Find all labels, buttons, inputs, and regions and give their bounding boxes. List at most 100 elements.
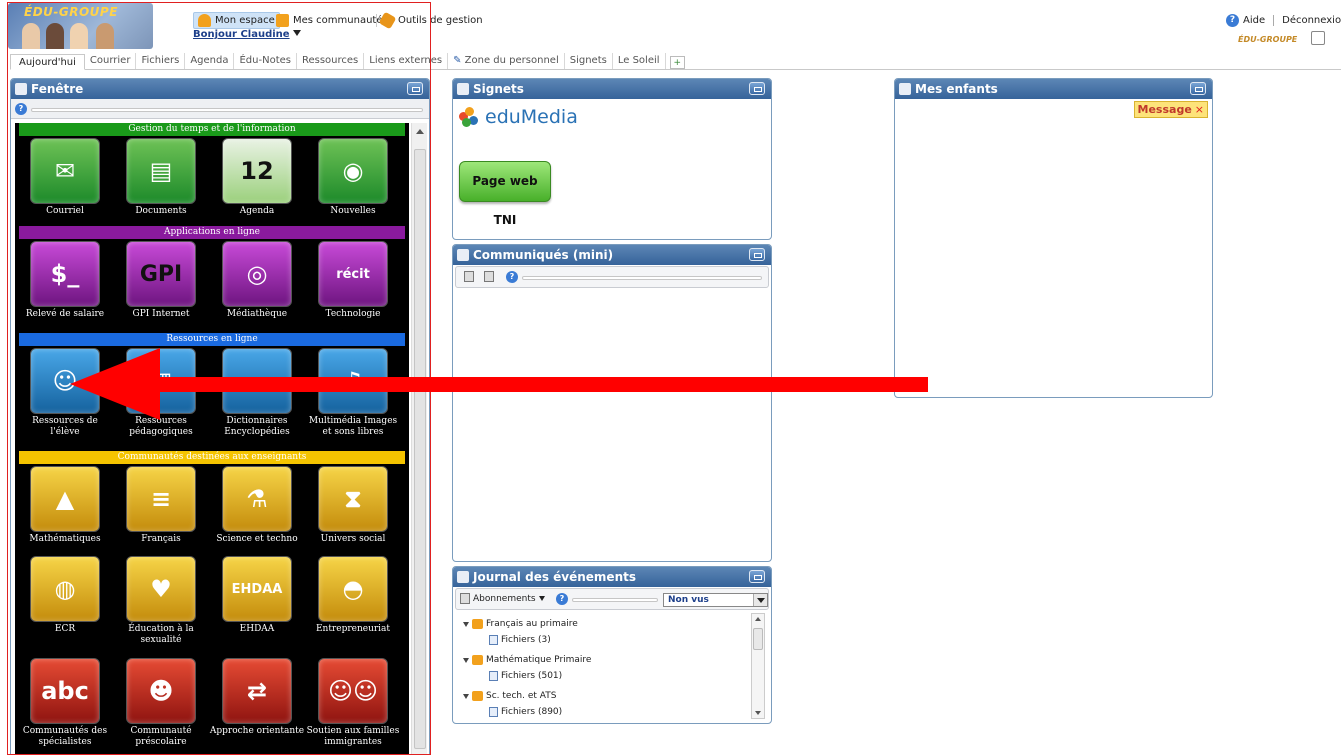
tile-helmet[interactable]: ◓ Entrepreneuriat — [305, 556, 401, 635]
pencil-icon: ✎ — [453, 55, 465, 66]
tab-0[interactable]: Aujourd'hui — [10, 54, 85, 70]
communiques-header: Communiqués (mini) — [453, 245, 771, 265]
tile-heart[interactable]: ♥ Éducation à la sexualité — [113, 556, 209, 646]
communiques-title: Communiqués (mini) — [473, 248, 614, 262]
journal-toolbar: Abonnements ? Non vus — [455, 588, 769, 610]
tile-flask[interactable]: ⚗ Science et techno — [209, 466, 305, 545]
tile-media[interactable]: ♫ Multimédia Images et sons libres — [305, 348, 401, 438]
journal-title: Journal des événements — [473, 570, 636, 584]
tile-books[interactable]: ≡ Français — [113, 466, 209, 545]
tile-label: Communautés des spécialistes — [22, 726, 108, 747]
tile-book[interactable]: ▬ Dictionnaires Encyclopédies — [209, 348, 305, 438]
journal-group[interactable]: Français au primaire — [463, 619, 578, 629]
tile-cabinet[interactable]: ▤ Documents — [113, 138, 209, 217]
tile-student[interactable]: ☺ Ressources de l'élève — [17, 348, 113, 438]
help-icon[interactable]: ? — [556, 593, 568, 605]
tab-1[interactable]: Courrier — [85, 53, 137, 69]
tab-bar: Aujourd'hui Courrier Fichiers Agenda Édu-Not… — [10, 53, 1341, 70]
tile-hourglass[interactable]: ⧗ Univers social — [305, 466, 401, 545]
fenetre-title: Fenêtre — [31, 82, 84, 96]
tile-regard[interactable]: ◎ Médiathèque — [209, 241, 305, 320]
message-badge[interactable]: Message × — [1133, 101, 1208, 118]
slider-track[interactable] — [31, 108, 423, 112]
journal-scrollbar[interactable] — [751, 613, 765, 719]
aide-link[interactable]: Aide — [1243, 15, 1265, 26]
expand-triangle-icon[interactable] — [463, 693, 469, 699]
tab-4[interactable]: Édu-Notes — [234, 53, 297, 69]
help-icon[interactable]: ? — [1226, 14, 1239, 27]
tile-label: EHDAA — [239, 624, 275, 634]
tile-calendar[interactable]: 12 Agenda — [209, 138, 305, 217]
exit-icon[interactable] — [1311, 31, 1325, 45]
gpi-icon: GPI — [126, 241, 196, 307]
tab-label: Zone du personnel — [464, 55, 559, 66]
tab-7[interactable]: ✎ Zone du personnel — [448, 53, 565, 69]
tab-6[interactable]: Liens externes — [364, 53, 449, 69]
family-icon — [899, 83, 911, 95]
fenetre-panel: Fenêtre ? Gestion du temps et de l'infor… — [10, 78, 430, 755]
help-icon[interactable]: ? — [15, 103, 27, 115]
mes-enfants-panel: Mes enfants Message × — [894, 78, 1213, 398]
minimize-button[interactable] — [749, 82, 765, 95]
minimize-button[interactable] — [1190, 82, 1206, 95]
filter-select[interactable]: Non vus — [663, 593, 768, 607]
journal-group[interactable]: Sc. tech. et ATS — [463, 691, 556, 701]
journal-group[interactable]: Mathématique Primaire — [463, 655, 591, 665]
add-tab-icon[interactable]: + — [669, 56, 686, 69]
tab-8[interactable]: Signets — [565, 53, 613, 69]
tile-ehdaa[interactable]: EHDAA EHDAA — [209, 556, 305, 635]
tab-2[interactable]: Fichiers — [136, 53, 186, 69]
tile-globe[interactable]: ◍ ECR — [17, 556, 113, 635]
journal-group-label: Sc. tech. et ATS — [486, 691, 557, 701]
tile-envelope[interactable]: ✉ Courriel — [17, 138, 113, 217]
tile-math[interactable]: ▲ Mathématiques — [17, 466, 113, 545]
tab-3[interactable]: Agenda — [185, 53, 235, 69]
tile-signpost[interactable]: ⇄ Approche orientante — [209, 658, 305, 737]
tab-5[interactable]: Ressources — [297, 53, 365, 69]
brand-small-logo: ÉDU-GROUPE — [1238, 35, 1298, 44]
logout-link[interactable]: Déconnexion — [1282, 15, 1341, 26]
copy-icon[interactable] — [464, 271, 474, 282]
tile-label: Français — [141, 534, 181, 544]
tile-abc[interactable]: abc Communautés des spécialistes — [17, 658, 113, 748]
tile-kids[interactable]: ☻ Communauté préscolaire — [113, 658, 209, 748]
tile-label: Univers social — [320, 534, 386, 544]
minimize-button[interactable] — [407, 82, 423, 95]
tab-label: Ressources — [301, 55, 359, 66]
tab-label: Liens externes — [369, 55, 443, 66]
slider-track[interactable] — [572, 598, 658, 602]
minimize-button[interactable] — [749, 570, 765, 583]
window-icon — [15, 83, 27, 95]
tile-family[interactable]: ☺☺ Soutien aux familles immigrantes — [305, 658, 401, 748]
tile-label: Dictionnaires Encyclopédies — [224, 416, 290, 437]
help-icon[interactable]: ? — [506, 271, 518, 283]
journal-file-link[interactable]: Fichiers (501) — [489, 671, 562, 681]
mes-communautes-link[interactable]: Mes communautés — [276, 14, 388, 27]
minimize-button[interactable] — [749, 248, 765, 261]
page-web-tni-button[interactable]: Page web TNI — [459, 161, 551, 227]
user-greeting-menu[interactable]: Bonjour Claudine — [193, 29, 301, 40]
expand-triangle-icon[interactable] — [463, 621, 469, 627]
edumedia-link[interactable]: eduMedia — [459, 106, 578, 128]
tab-label: Aujourd'hui — [19, 57, 76, 68]
tile-rss[interactable]: ◉ Nouvelles — [305, 138, 401, 217]
mon-espace-link[interactable]: Mon espace — [193, 12, 280, 29]
outils-gestion-link[interactable]: Outils de gestion — [376, 11, 483, 30]
tile-pedago[interactable]: ▦ Ressources pédagogiques — [113, 348, 209, 438]
mon-espace-label: Mon espace — [215, 15, 275, 26]
tile-recit[interactable]: récit Technologie — [305, 241, 401, 320]
subscription-icon — [460, 593, 470, 604]
signets-title: Signets — [473, 82, 524, 96]
journal-file-link[interactable]: Fichiers (3) — [489, 635, 551, 645]
expand-triangle-icon[interactable] — [463, 657, 469, 663]
close-icon[interactable]: × — [1195, 103, 1204, 116]
journal-file-link[interactable]: Fichiers (890) — [489, 707, 562, 717]
abonnements-menu[interactable]: Abonnements — [460, 593, 545, 604]
fenetre-scrollbar[interactable] — [411, 123, 427, 754]
tile-terminal[interactable]: $_ Relevé de salaire — [17, 241, 113, 320]
page-icon[interactable] — [484, 271, 494, 282]
slider-track[interactable] — [522, 276, 762, 280]
tile-gpi[interactable]: GPI GPI Internet — [113, 241, 209, 320]
edu-groupe-logo[interactable]: ÉDU-GROUPE — [8, 3, 153, 49]
tab-9[interactable]: Le Soleil — [613, 53, 666, 69]
